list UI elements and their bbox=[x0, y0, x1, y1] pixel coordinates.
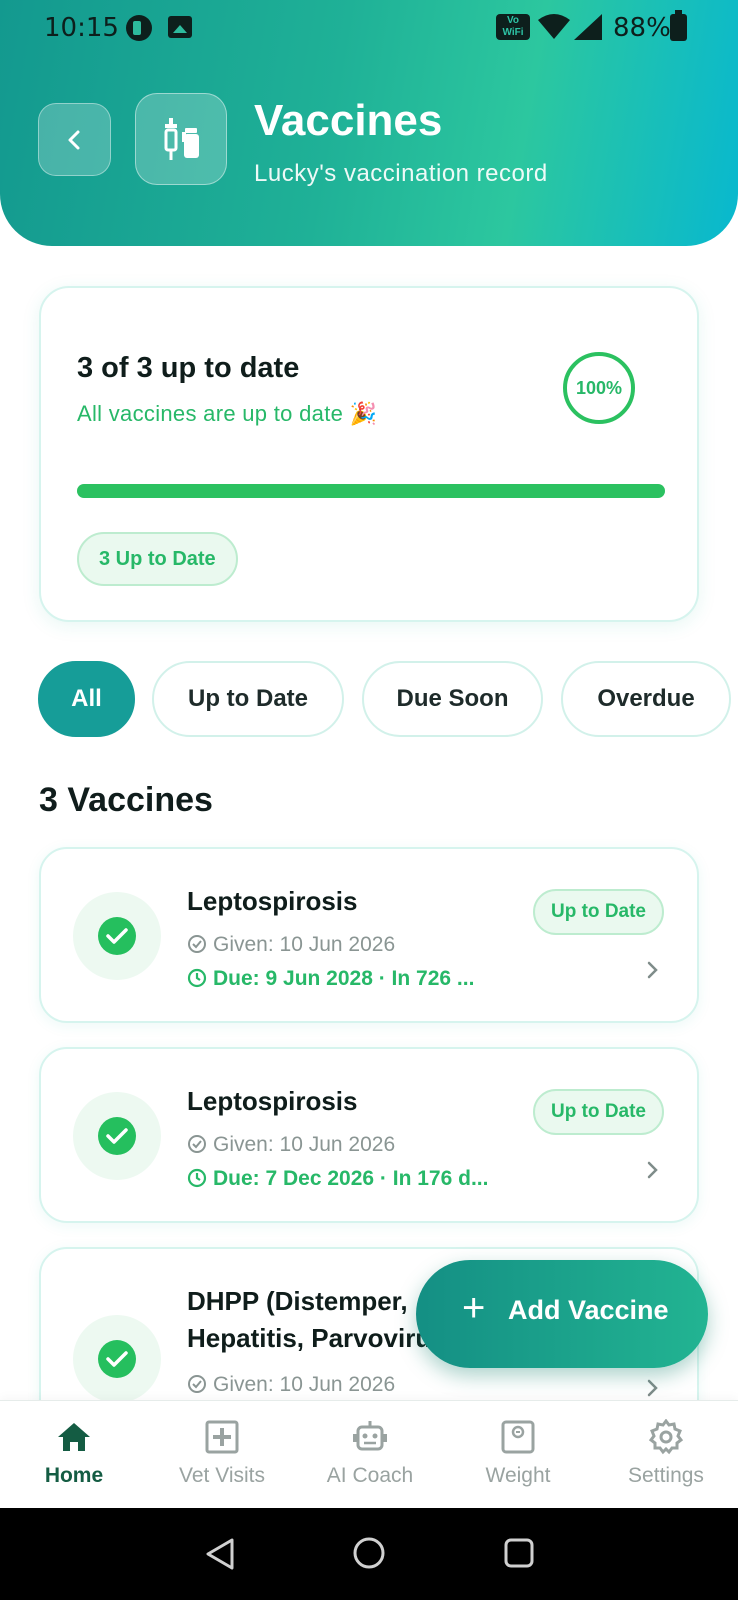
app-notification-icon bbox=[126, 15, 152, 41]
nav-label: Vet Visits bbox=[179, 1464, 265, 1487]
status-icon-wrap bbox=[73, 892, 161, 980]
status-icon-wrap bbox=[73, 1092, 161, 1180]
summary-title: 3 of 3 up to date bbox=[77, 352, 300, 384]
vaccines-count-heading: 3 Vaccines bbox=[39, 781, 213, 819]
check-icon bbox=[98, 917, 136, 955]
nav-ai-coach[interactable]: AI Coach bbox=[296, 1401, 444, 1509]
bottom-navigation: Home Vet Visits AI Coach Weight Settings bbox=[0, 1400, 738, 1508]
vaccine-icon bbox=[164, 118, 199, 160]
page-subtitle: Lucky's vaccination record bbox=[254, 160, 548, 187]
vaccine-given-date: Given: 10 Jun 2026 bbox=[187, 933, 395, 957]
add-vaccine-button[interactable]: + Add Vaccine bbox=[416, 1260, 708, 1368]
filter-chip-all[interactable]: All bbox=[38, 661, 135, 737]
check-circle-icon bbox=[188, 1135, 206, 1153]
vaccine-given-date: Given: 10 Jun 2026 bbox=[187, 1133, 395, 1157]
system-recents-icon[interactable] bbox=[503, 1537, 535, 1569]
nav-vet-visits[interactable]: Vet Visits bbox=[148, 1401, 296, 1509]
image-notification-icon bbox=[168, 16, 192, 38]
gear-icon bbox=[648, 1419, 684, 1455]
battery-percent: 88% bbox=[613, 13, 671, 43]
add-vaccine-label: Add Vaccine bbox=[508, 1295, 669, 1325]
vaccine-given-date: Given: 10 Jun 2026 bbox=[187, 1373, 395, 1397]
filter-chip-up-to-date[interactable]: Up to Date bbox=[152, 661, 344, 737]
status-badge: Up to Date bbox=[533, 1089, 664, 1135]
status-icon-wrap bbox=[73, 1315, 161, 1403]
vaccine-due-date: Due: 9 Jun 2028 · In 726 ... bbox=[187, 967, 474, 991]
chevron-left-icon bbox=[68, 130, 80, 150]
scale-icon bbox=[501, 1420, 535, 1454]
vaccine-name: DHPP (Distemper, Hepatitis, Parvoviru bbox=[187, 1286, 432, 1353]
nav-home[interactable]: Home bbox=[0, 1401, 148, 1509]
status-badge: Up to Date bbox=[533, 889, 664, 935]
check-icon bbox=[98, 1340, 136, 1378]
header: 10:15 Vo WiFi 88% Vaccines Lucky's vaccin… bbox=[0, 0, 738, 246]
nav-label: Home bbox=[44, 1464, 104, 1487]
vaccine-name: Leptospirosis bbox=[187, 886, 358, 916]
chevron-right-icon bbox=[647, 1379, 658, 1397]
status-bar: 10:15 Vo WiFi 88% bbox=[0, 0, 738, 56]
page-title: Vaccines bbox=[254, 96, 443, 145]
progress-ring: 100% bbox=[563, 352, 635, 424]
summary-subtitle: All vaccines are up to date 🎉 bbox=[77, 401, 378, 426]
robot-icon bbox=[353, 1421, 387, 1451]
system-home-icon[interactable] bbox=[352, 1536, 386, 1570]
battery-icon bbox=[670, 10, 687, 41]
vaccine-card[interactable]: Leptospirosis Given: 10 Jun 2026 Due: 7 … bbox=[39, 1047, 699, 1223]
clock-icon bbox=[187, 1168, 207, 1188]
progress-bar-fill bbox=[77, 484, 665, 498]
vaccine-due-date: Due: 7 Dec 2026 · In 176 d... bbox=[187, 1167, 488, 1191]
back-button[interactable] bbox=[38, 103, 111, 176]
nav-label: Settings bbox=[628, 1464, 704, 1487]
system-navigation-bar bbox=[0, 1508, 738, 1600]
filter-chip-due-soon[interactable]: Due Soon bbox=[362, 661, 543, 737]
plus-icon: + bbox=[462, 1286, 486, 1330]
filter-chips: All Up to Date Due Soon Overdue bbox=[38, 661, 738, 737]
nav-label: Weight bbox=[485, 1464, 551, 1487]
wifi-icon bbox=[538, 14, 570, 39]
nav-weight[interactable]: Weight bbox=[444, 1401, 592, 1509]
check-icon bbox=[98, 1117, 136, 1155]
check-circle-icon bbox=[188, 935, 206, 953]
nav-settings[interactable]: Settings bbox=[592, 1401, 738, 1509]
status-time: 10:15 bbox=[44, 13, 119, 43]
chevron-right-icon bbox=[647, 1161, 658, 1179]
up-to-date-count-badge: 3 Up to Date bbox=[77, 532, 238, 586]
progress-bar bbox=[77, 484, 665, 498]
vaccination-summary-card: 3 of 3 up to date All vaccines are up to… bbox=[39, 286, 699, 622]
chevron-right-icon bbox=[647, 961, 658, 979]
vaccine-badge bbox=[135, 93, 227, 185]
cellular-signal-icon bbox=[574, 14, 602, 40]
filter-chip-overdue[interactable]: Overdue bbox=[561, 661, 731, 737]
vaccine-name: Leptospirosis bbox=[187, 1086, 358, 1116]
check-circle-icon bbox=[188, 1375, 206, 1393]
clock-icon bbox=[187, 968, 207, 988]
system-back-icon[interactable] bbox=[204, 1537, 236, 1571]
vaccine-card[interactable]: Leptospirosis Given: 10 Jun 2026 Due: 9 … bbox=[39, 847, 699, 1023]
vowifi-icon: Vo WiFi bbox=[496, 14, 530, 40]
nav-label: AI Coach bbox=[326, 1464, 414, 1487]
medical-cross-icon bbox=[205, 1420, 239, 1454]
home-icon bbox=[58, 1423, 90, 1451]
